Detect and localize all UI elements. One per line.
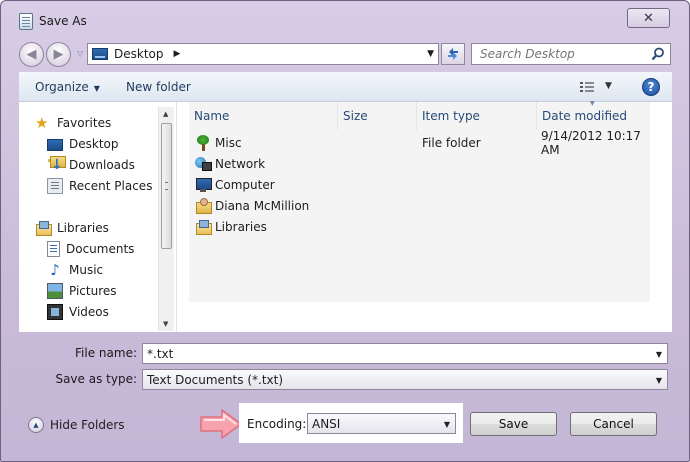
history-buttons: ◀ ▶ ▽ (19, 42, 89, 67)
list-item[interactable]: Misc File folder 9/14/2012 10:17 AM (195, 129, 650, 157)
forward-button[interactable]: ▶ (46, 42, 71, 67)
chevron-down-icon: ▼ (93, 84, 100, 93)
view-options-icon[interactable] (579, 81, 595, 94)
list-item[interactable]: Libraries (195, 217, 650, 237)
save-as-type-select[interactable]: Text Documents (*.txt) ▼ (142, 369, 668, 390)
refresh-button[interactable] (441, 43, 465, 65)
encoding-label: Encoding: (247, 417, 307, 431)
videos-icon (47, 304, 63, 320)
desktop-icon (47, 139, 63, 151)
sidebar-item-downloads[interactable]: Downloads (47, 155, 135, 175)
column-header-size[interactable]: Size (338, 102, 417, 130)
save-button[interactable]: Save (470, 412, 557, 436)
column-header-date-modified[interactable]: ▼ Date modified (537, 100, 657, 130)
new-folder-button[interactable]: New folder (126, 80, 191, 94)
address-segment-desktop[interactable]: Desktop (114, 47, 164, 61)
column-header-name[interactable]: Name (189, 102, 338, 130)
pictures-icon (47, 283, 63, 299)
encoding-select[interactable]: ANSI ▼ (307, 413, 456, 434)
navigation-scrollbar[interactable]: ▲ ▼ (158, 107, 174, 331)
chevron-down-icon[interactable]: ▼ (656, 376, 662, 385)
file-name-label: File name: (75, 346, 137, 360)
file-list: Name Size Item type ▼ Date modified Misc… (177, 100, 672, 332)
list-item[interactable]: Diana McMillion (195, 196, 650, 216)
organize-button[interactable]: Organize ▼ (35, 80, 100, 94)
back-button[interactable]: ◀ (19, 42, 44, 67)
save-as-dialog: Save As ✕ ◀ ▶ ▽ Desktop ▶ ▼ Organize▼ Ne… (0, 0, 690, 462)
highlight-arrow-icon (200, 409, 242, 439)
list-item[interactable]: Network (195, 154, 650, 174)
user-folder-icon (195, 198, 212, 214)
tree-folder-icon (195, 135, 211, 151)
network-icon (195, 156, 212, 172)
scroll-up-icon[interactable]: ▲ (163, 110, 168, 118)
recent-places-icon (47, 178, 63, 194)
search-box[interactable] (471, 43, 671, 65)
refresh-icon (448, 48, 458, 60)
breadcrumb-chevron-icon[interactable]: ▶ (174, 49, 181, 59)
recent-pages-dropdown-icon[interactable]: ▽ (77, 49, 83, 58)
sidebar-item-desktop[interactable]: Desktop (47, 134, 119, 154)
scroll-down-icon[interactable]: ▼ (163, 320, 168, 328)
save-as-type-label: Save as type: (55, 372, 137, 386)
sidebar-item-documents[interactable]: Documents (47, 239, 134, 259)
scrollbar-thumb[interactable] (161, 123, 172, 249)
chevron-down-icon[interactable]: ▼ (444, 420, 450, 429)
chevron-up-icon: ▲ (28, 417, 44, 433)
address-bar[interactable]: Desktop ▶ ▼ (87, 43, 439, 65)
sidebar-item-music[interactable]: ♪ Music (47, 260, 103, 280)
command-bar: Organize ▼ New folder ▼ ? (19, 72, 672, 102)
title-bar: Save As ✕ (1, 1, 689, 39)
file-name-field[interactable]: *.txt ▼ (142, 343, 668, 364)
music-icon: ♪ (50, 261, 60, 279)
sidebar-item-videos[interactable]: Videos (47, 302, 109, 322)
address-dropdown-icon[interactable]: ▼ (427, 49, 434, 59)
search-input[interactable] (472, 44, 648, 64)
back-arrow-icon: ◀ (26, 47, 37, 62)
grip-icon (165, 182, 168, 190)
star-icon: ★ (35, 114, 49, 132)
sidebar-item-favorites[interactable]: ★ Favorites (35, 113, 111, 133)
navigation-pane: ★Favorites Desktop Downloads Recent Plac… (19, 102, 177, 332)
computer-icon (195, 177, 212, 193)
libraries-icon (35, 220, 52, 236)
list-item[interactable]: Computer (195, 175, 650, 195)
desktop-icon (92, 48, 108, 60)
sidebar-item-pictures[interactable]: Pictures (47, 281, 117, 301)
hide-folders-button[interactable]: ▲ Hide Folders (28, 417, 125, 433)
cancel-button[interactable]: Cancel (570, 412, 657, 436)
notepad-icon (19, 13, 33, 30)
documents-icon (47, 241, 60, 257)
sidebar-item-libraries[interactable]: Libraries (35, 218, 109, 238)
view-dropdown-icon[interactable]: ▼ (605, 81, 612, 91)
window-title: Save As (39, 14, 87, 28)
chevron-down-icon[interactable]: ▼ (656, 350, 662, 359)
downloads-icon (47, 156, 66, 173)
close-button[interactable]: ✕ (627, 8, 670, 28)
forward-arrow-icon: ▶ (53, 47, 64, 62)
column-header-item-type[interactable]: Item type (417, 102, 537, 130)
sort-caret-icon: ▼ (590, 100, 595, 107)
help-button[interactable]: ? (642, 78, 660, 96)
sidebar-item-recent-places[interactable]: Recent Places (47, 176, 152, 196)
search-icon[interactable] (651, 47, 665, 61)
libraries-icon (195, 219, 212, 235)
